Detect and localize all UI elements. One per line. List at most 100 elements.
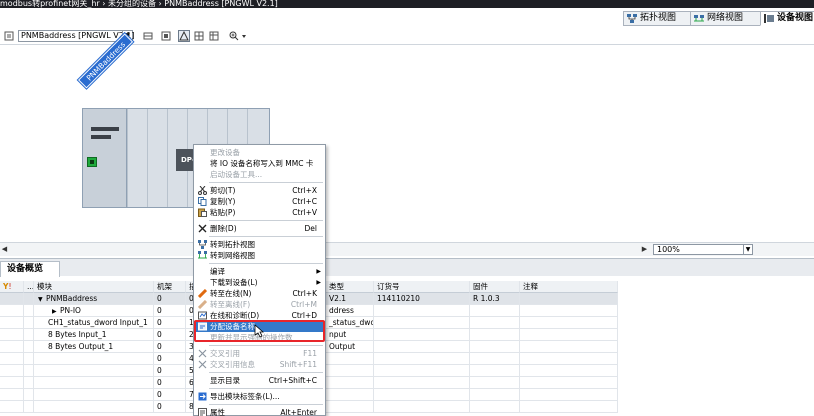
table-row[interactable]: 8 Bytes Input_1 0 2 nput [0,329,814,341]
cell-module[interactable] [34,401,154,413]
tab-device-view[interactable]: 设备视图 [760,11,814,26]
column-header[interactable]: 固件 [470,281,520,293]
cell-module[interactable]: CH1_status_dword Input_1 [34,317,154,329]
device-select[interactable]: PNMBaddress [PNGWL V2.1] ▼ [18,30,135,42]
cell[interactable] [24,365,34,377]
cell-type[interactable] [326,365,374,377]
cell[interactable] [0,329,24,341]
cell-order[interactable] [374,353,470,365]
table-row[interactable]: 07 [0,389,814,401]
cell-type[interactable] [326,389,374,401]
collapse-icon[interactable]: ▼ [38,294,46,304]
cell[interactable] [520,341,618,353]
cell-fw[interactable] [470,305,520,317]
column-header[interactable]: 类型 [326,281,374,293]
show-labels-icon[interactable] [178,30,190,42]
ethernet-port-icon[interactable] [87,157,97,167]
table-icon[interactable] [208,30,220,42]
properties-toggle-icon[interactable] [160,30,172,42]
cell-fw[interactable] [470,377,520,389]
cell-rack[interactable]: 0 [154,305,186,317]
cell-rack[interactable]: 0 [154,353,186,365]
cell-type[interactable] [326,377,374,389]
cell[interactable] [520,389,618,401]
menu-item[interactable]: 显示目录 Ctrl+Shift+C [194,375,325,386]
table-row[interactable]: 06 [0,377,814,389]
menu-item[interactable]: 将 IO 设备名称写入到 MMC 卡 [194,158,325,169]
cell-order[interactable] [374,389,470,401]
cell-order[interactable] [374,365,470,377]
cell-rack[interactable]: 0 [154,401,186,413]
cell-fw[interactable] [470,401,520,413]
menu-item[interactable]: 下载到设备(L) ▶ [194,277,325,288]
cell-type[interactable]: V2.1 [326,293,374,305]
cell-module[interactable]: 8 Bytes Input_1 [34,329,154,341]
scroll-right-icon[interactable]: ▶ [640,244,649,255]
menu-item[interactable]: 导出模块标签条(L)... [194,391,325,402]
cell-order[interactable] [374,329,470,341]
cell[interactable] [0,377,24,389]
cell[interactable] [520,365,618,377]
cell-type[interactable]: _status_dword [326,317,374,329]
cell[interactable] [24,353,34,365]
cell-module[interactable] [34,389,154,401]
table-row[interactable]: 08 [0,401,814,413]
grid-icon[interactable] [193,30,205,42]
rack-slot[interactable] [127,109,147,207]
cell[interactable] [24,401,34,413]
cell[interactable] [0,341,24,353]
filter-icon[interactable]: Y! [0,281,24,293]
cell[interactable] [0,353,24,365]
zoom-select[interactable]: 100% ▼ [653,244,753,255]
menu-item[interactable]: 更改设备 [194,147,325,158]
cell-fw[interactable] [470,317,520,329]
menu-item[interactable]: 复制(Y) Ctrl+C [194,196,325,207]
menu-item[interactable]: 转至在线(N) Ctrl+K [194,288,325,299]
cell-type[interactable] [326,353,374,365]
cell[interactable] [0,305,24,317]
table-row[interactable]: 8 Bytes Output_1 0 3 Output [0,341,814,353]
cell-module[interactable] [34,365,154,377]
cell-module[interactable]: ▼ PNMBaddress [34,293,154,305]
menu-item[interactable]: 属性 Alt+Enter [194,407,325,416]
cell-rack[interactable]: 0 [154,377,186,389]
menu-item[interactable]: 启动设备工具... [194,169,325,180]
menu-item[interactable]: 转到拓扑视图 [194,239,325,250]
cell-order[interactable] [374,377,470,389]
cell[interactable] [0,401,24,413]
cell-rack[interactable]: 0 [154,341,186,353]
column-header[interactable]: ... [24,281,34,293]
cell[interactable] [24,329,34,341]
zoom-dropdown-icon[interactable] [238,30,250,42]
cell-module[interactable] [34,353,154,365]
column-header[interactable]: 注释 [520,281,618,293]
cell[interactable] [24,341,34,353]
column-header[interactable]: 模块 [34,281,154,293]
cell-order[interactable] [374,305,470,317]
menu-item[interactable]: 剪切(T) Ctrl+X [194,185,325,196]
table-row[interactable]: ▶ PN-IO 0 0 ddress [0,305,814,317]
cell[interactable] [24,317,34,329]
cell-rack[interactable]: 0 [154,389,186,401]
rack-slot[interactable] [147,109,167,207]
cell[interactable] [520,377,618,389]
menu-item[interactable]: 删除(D) Del [194,223,325,234]
cell[interactable] [0,365,24,377]
table-row[interactable]: 04 [0,353,814,365]
column-header[interactable]: 机架 [154,281,186,293]
cell[interactable] [24,377,34,389]
cell-order[interactable]: 114110210 [374,293,470,305]
cell-fw[interactable] [470,365,520,377]
table-row[interactable]: 05 [0,365,814,377]
cell-type[interactable]: ddress [326,305,374,317]
cell-fw[interactable] [470,389,520,401]
menu-item[interactable]: 交叉引用 F11 [194,348,325,359]
cell-order[interactable] [374,317,470,329]
overview-icon[interactable] [142,30,154,42]
cell[interactable] [24,293,34,305]
cell[interactable] [520,329,618,341]
cell[interactable] [24,389,34,401]
cell-module[interactable]: ▶ PN-IO [34,305,154,317]
cell-order[interactable] [374,401,470,413]
cell-type[interactable]: nput [326,329,374,341]
